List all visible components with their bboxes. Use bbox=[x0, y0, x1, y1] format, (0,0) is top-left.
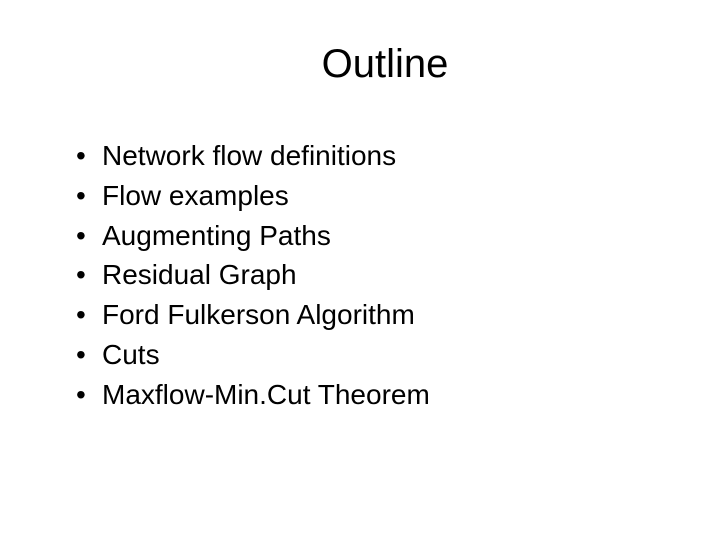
bullet-text: Cuts bbox=[102, 336, 660, 374]
list-item: • Residual Graph bbox=[70, 256, 660, 294]
bullet-text: Augmenting Paths bbox=[102, 217, 660, 255]
slide-container: Outline • Network flow definitions • Flo… bbox=[0, 0, 720, 540]
bullet-icon: • bbox=[70, 137, 102, 175]
list-item: • Maxflow-Min.Cut Theorem bbox=[70, 376, 660, 414]
bullet-icon: • bbox=[70, 177, 102, 215]
bullet-text: Ford Fulkerson Algorithm bbox=[102, 296, 660, 334]
bullet-text: Flow examples bbox=[102, 177, 660, 215]
list-item: • Augmenting Paths bbox=[70, 217, 660, 255]
bullet-text: Maxflow-Min.Cut Theorem bbox=[102, 376, 660, 414]
list-item: • Ford Fulkerson Algorithm bbox=[70, 296, 660, 334]
list-item: • Cuts bbox=[70, 336, 660, 374]
bullet-icon: • bbox=[70, 376, 102, 414]
bullet-list: • Network flow definitions • Flow exampl… bbox=[60, 137, 660, 414]
bullet-icon: • bbox=[70, 217, 102, 255]
bullet-text: Residual Graph bbox=[102, 256, 660, 294]
bullet-icon: • bbox=[70, 296, 102, 334]
list-item: • Flow examples bbox=[70, 177, 660, 215]
bullet-icon: • bbox=[70, 256, 102, 294]
bullet-icon: • bbox=[70, 336, 102, 374]
slide-title: Outline bbox=[110, 42, 660, 87]
list-item: • Network flow definitions bbox=[70, 137, 660, 175]
bullet-text: Network flow definitions bbox=[102, 137, 660, 175]
